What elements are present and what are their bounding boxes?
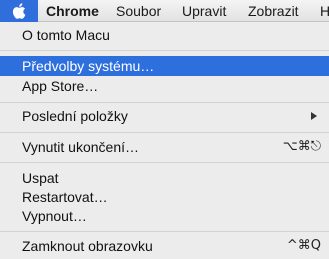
menu-item-recent-items[interactable]: Poslední položky xyxy=(0,106,329,126)
menu-separator xyxy=(0,102,329,103)
menu-item-label: App Store… xyxy=(22,78,99,94)
menu-item-about-mac[interactable]: O tomto Macu xyxy=(0,25,329,45)
menu-item-restart[interactable]: Restartovat… xyxy=(0,187,329,207)
menu-separator xyxy=(0,132,329,133)
menu-item-label: O tomto Macu xyxy=(22,27,110,43)
menu-bar: Chrome Soubor Upravit Zobrazit H xyxy=(0,0,329,22)
menu-separator xyxy=(0,231,329,232)
apple-menu-button[interactable] xyxy=(0,0,38,22)
menu-item-lock-screen[interactable]: Zamknout obrazovku ^⌘Q xyxy=(0,236,329,256)
menu-item-app-store[interactable]: App Store… xyxy=(0,76,329,96)
menu-item-system-preferences[interactable]: Předvolby systému… xyxy=(0,56,329,76)
menubar-item-zobrazit[interactable]: Zobrazit xyxy=(248,0,299,22)
menu-item-sleep[interactable]: Uspat xyxy=(0,168,329,188)
menu-item-label: Vypnout… xyxy=(22,208,87,224)
menubar-item-soubor[interactable]: Soubor xyxy=(116,0,161,22)
menu-item-force-quit[interactable]: Vynutit ukončení… ⌥⌘⎋ xyxy=(0,137,329,157)
menu-item-label: Restartovat… xyxy=(22,189,108,205)
apple-menu-dropdown: O tomto Macu Předvolby systému… App Stor… xyxy=(0,22,329,259)
menu-item-label: Vynutit ukončení… xyxy=(22,139,139,155)
chevron-right-icon xyxy=(311,112,317,120)
menu-separator xyxy=(0,50,329,51)
menu-item-label: Předvolby systému… xyxy=(22,58,155,74)
menu-item-label: Poslední položky xyxy=(22,108,128,124)
menu-item-shortcut: ^⌘Q xyxy=(286,238,321,253)
menu-item-shortcut: ⌥⌘⎋ xyxy=(282,139,321,154)
menu-item-shut-down[interactable]: Vypnout… xyxy=(0,206,329,226)
menubar-item-help[interactable]: H xyxy=(320,0,329,22)
menu-item-label: Zamknout obrazovku xyxy=(22,238,153,254)
menubar-item-chrome[interactable]: Chrome xyxy=(46,0,99,22)
menubar-item-upravit[interactable]: Upravit xyxy=(182,0,226,22)
apple-logo-icon xyxy=(12,3,26,19)
menu-separator xyxy=(0,162,329,163)
menu-item-label: Uspat xyxy=(22,170,59,186)
